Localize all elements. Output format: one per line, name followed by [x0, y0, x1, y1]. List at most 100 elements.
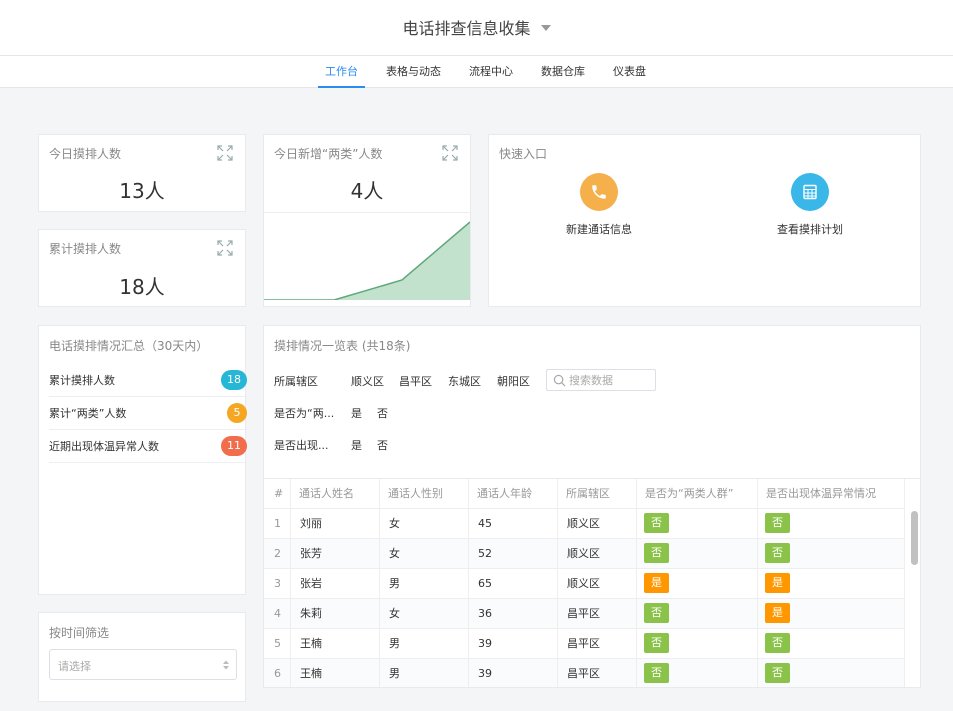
- cell-gender: 女: [380, 509, 469, 539]
- cell-district: 顺义区: [558, 509, 637, 539]
- count-badge: 5: [227, 403, 247, 423]
- cell-name: 张岩: [291, 569, 380, 599]
- status-tag: 否: [644, 633, 669, 653]
- table-row[interactable]: 2 张芳 女 52 顺义区 否 否: [264, 539, 905, 569]
- cell-age: 39: [469, 629, 558, 659]
- cell-gender: 男: [380, 629, 469, 659]
- new-call-entry[interactable]: 新建通话信息: [539, 173, 659, 237]
- tab-tables-activity[interactable]: 表格与动态: [379, 56, 448, 88]
- trend-area-chart: [264, 221, 470, 300]
- tab-dashboard[interactable]: 仪表盘: [606, 56, 653, 88]
- column-header[interactable]: 是否出现体温异常情况: [758, 479, 905, 509]
- cell-two-category: 否: [637, 509, 758, 539]
- app-title-dropdown[interactable]: 电话排查信息收集: [0, 15, 953, 39]
- summary-row-total[interactable]: 累计摸排人数 18: [49, 364, 247, 397]
- today-count-value: 13人: [119, 179, 165, 203]
- card-title: 快速入口: [499, 147, 548, 161]
- view-plan-entry[interactable]: 查看摸排计划: [750, 173, 870, 237]
- cell-district: 顺义区: [558, 569, 637, 599]
- summary-label: 近期出现体温异常人数: [49, 440, 159, 453]
- filter-option-dongcheng[interactable]: 东城区: [448, 373, 481, 389]
- new-call-label: 新建通话信息: [566, 223, 632, 236]
- filter-option-yes[interactable]: 是: [351, 437, 362, 453]
- cell-name: 朱莉: [291, 599, 380, 629]
- cell-two-category: 否: [637, 539, 758, 569]
- status-tag: 否: [644, 543, 669, 563]
- summary-row-abnormal-temp[interactable]: 近期出现体温异常人数 11: [49, 430, 247, 463]
- nav-bar: 工作台 表格与动态 流程中心 数据仓库 仪表盘: [0, 56, 953, 88]
- card-title: 今日摸排人数: [49, 147, 122, 161]
- filter-option-no[interactable]: 否: [377, 437, 388, 453]
- filter-option-no[interactable]: 否: [377, 405, 388, 421]
- card-title: 按时间筛选: [49, 626, 110, 640]
- expand-icon[interactable]: [442, 145, 458, 161]
- status-tag: 否: [765, 543, 790, 563]
- cell-gender: 男: [380, 659, 469, 687]
- time-filter-card: 按时间筛选 请选择: [38, 612, 246, 702]
- district-filter-label: 所属辖区: [274, 375, 318, 388]
- column-header[interactable]: 是否为“两类人群”: [637, 479, 758, 509]
- tab-process-center[interactable]: 流程中心: [462, 56, 520, 88]
- table-row[interactable]: 6 王楠 男 39 昌平区 否 否: [264, 659, 905, 687]
- row-number: 3: [264, 569, 291, 599]
- top-bar: 电话排查信息收集: [0, 0, 953, 56]
- temp-filter-label: 是否出现...: [274, 439, 329, 452]
- card-title: 累计摸排人数: [49, 242, 122, 256]
- summary-label: 累计“两类”人数: [49, 407, 127, 420]
- time-select[interactable]: 请选择: [49, 649, 237, 680]
- expand-icon[interactable]: [217, 145, 233, 161]
- search-box[interactable]: [546, 369, 656, 391]
- count-badge: 18: [221, 370, 247, 390]
- cell-age: 45: [469, 509, 558, 539]
- tab-data-warehouse[interactable]: 数据仓库: [534, 56, 592, 88]
- app-title: 电话排查信息收集: [402, 19, 531, 38]
- list-filter-card: 摸排情况一览表 (共18条) 所属辖区 顺义区 昌平区 东城区 朝阳区 是否为“…: [263, 325, 921, 479]
- two-category-filter-label: 是否为“两...: [274, 407, 335, 420]
- cell-abnormal-temp: 是: [758, 599, 905, 629]
- cell-abnormal-temp: 否: [758, 509, 905, 539]
- search-icon: [553, 374, 566, 387]
- cell-district: 昌平区: [558, 629, 637, 659]
- total-count-value: 18人: [119, 275, 165, 299]
- table-scrollbar[interactable]: [911, 511, 918, 565]
- status-tag: 否: [644, 603, 669, 623]
- table-row[interactable]: 3 张岩 男 65 顺义区 是 是: [264, 569, 905, 599]
- cell-two-category: 否: [637, 629, 758, 659]
- column-header[interactable]: 通话人年龄: [469, 479, 558, 509]
- records-table: # 通话人姓名 通话人性别 通话人年龄 所属辖区 是否为“两类人群” 是否出现体…: [263, 478, 921, 688]
- summary-row-two-category[interactable]: 累计“两类”人数 5: [49, 397, 247, 430]
- quick-entry-card: 快速入口 新建通话信息 查看摸排计划: [488, 134, 921, 307]
- cell-gender: 女: [380, 599, 469, 629]
- column-header[interactable]: 通话人性别: [380, 479, 469, 509]
- new-two-category-value: 4人: [350, 179, 384, 203]
- table-row[interactable]: 4 朱莉 女 36 昌平区 否 是: [264, 599, 905, 629]
- cell-name: 王楠: [291, 629, 380, 659]
- search-input[interactable]: [569, 372, 653, 388]
- column-header[interactable]: 所属辖区: [558, 479, 637, 509]
- cell-district: 顺义区: [558, 539, 637, 569]
- column-header[interactable]: 通话人姓名: [291, 479, 380, 509]
- filter-option-changping[interactable]: 昌平区: [399, 373, 432, 389]
- row-number: 5: [264, 629, 291, 659]
- expand-icon[interactable]: [217, 240, 233, 256]
- filter-option-yes[interactable]: 是: [351, 405, 362, 421]
- cell-age: 65: [469, 569, 558, 599]
- status-tag: 否: [644, 513, 669, 533]
- cell-gender: 男: [380, 569, 469, 599]
- view-plan-label: 查看摸排计划: [777, 223, 843, 236]
- cell-two-category: 否: [637, 599, 758, 629]
- table-row[interactable]: 1 刘丽 女 45 顺义区 否 否: [264, 509, 905, 539]
- cell-name: 张芳: [291, 539, 380, 569]
- cell-abnormal-temp: 是: [758, 569, 905, 599]
- cell-age: 39: [469, 659, 558, 687]
- cell-age: 52: [469, 539, 558, 569]
- filter-option-shunyi[interactable]: 顺义区: [351, 373, 384, 389]
- tab-workbench[interactable]: 工作台: [318, 56, 365, 88]
- new-two-category-card: 今日新增“两类”人数 4人: [263, 134, 471, 307]
- count-badge: 11: [221, 436, 247, 456]
- status-tag: 否: [765, 663, 790, 683]
- cell-two-category: 否: [637, 659, 758, 687]
- table-row[interactable]: 5 王楠 男 39 昌平区 否 否: [264, 629, 905, 659]
- filter-option-chaoyang[interactable]: 朝阳区: [497, 373, 530, 389]
- table-header-row: # 通话人姓名 通话人性别 通话人年龄 所属辖区 是否为“两类人群” 是否出现体…: [264, 479, 905, 509]
